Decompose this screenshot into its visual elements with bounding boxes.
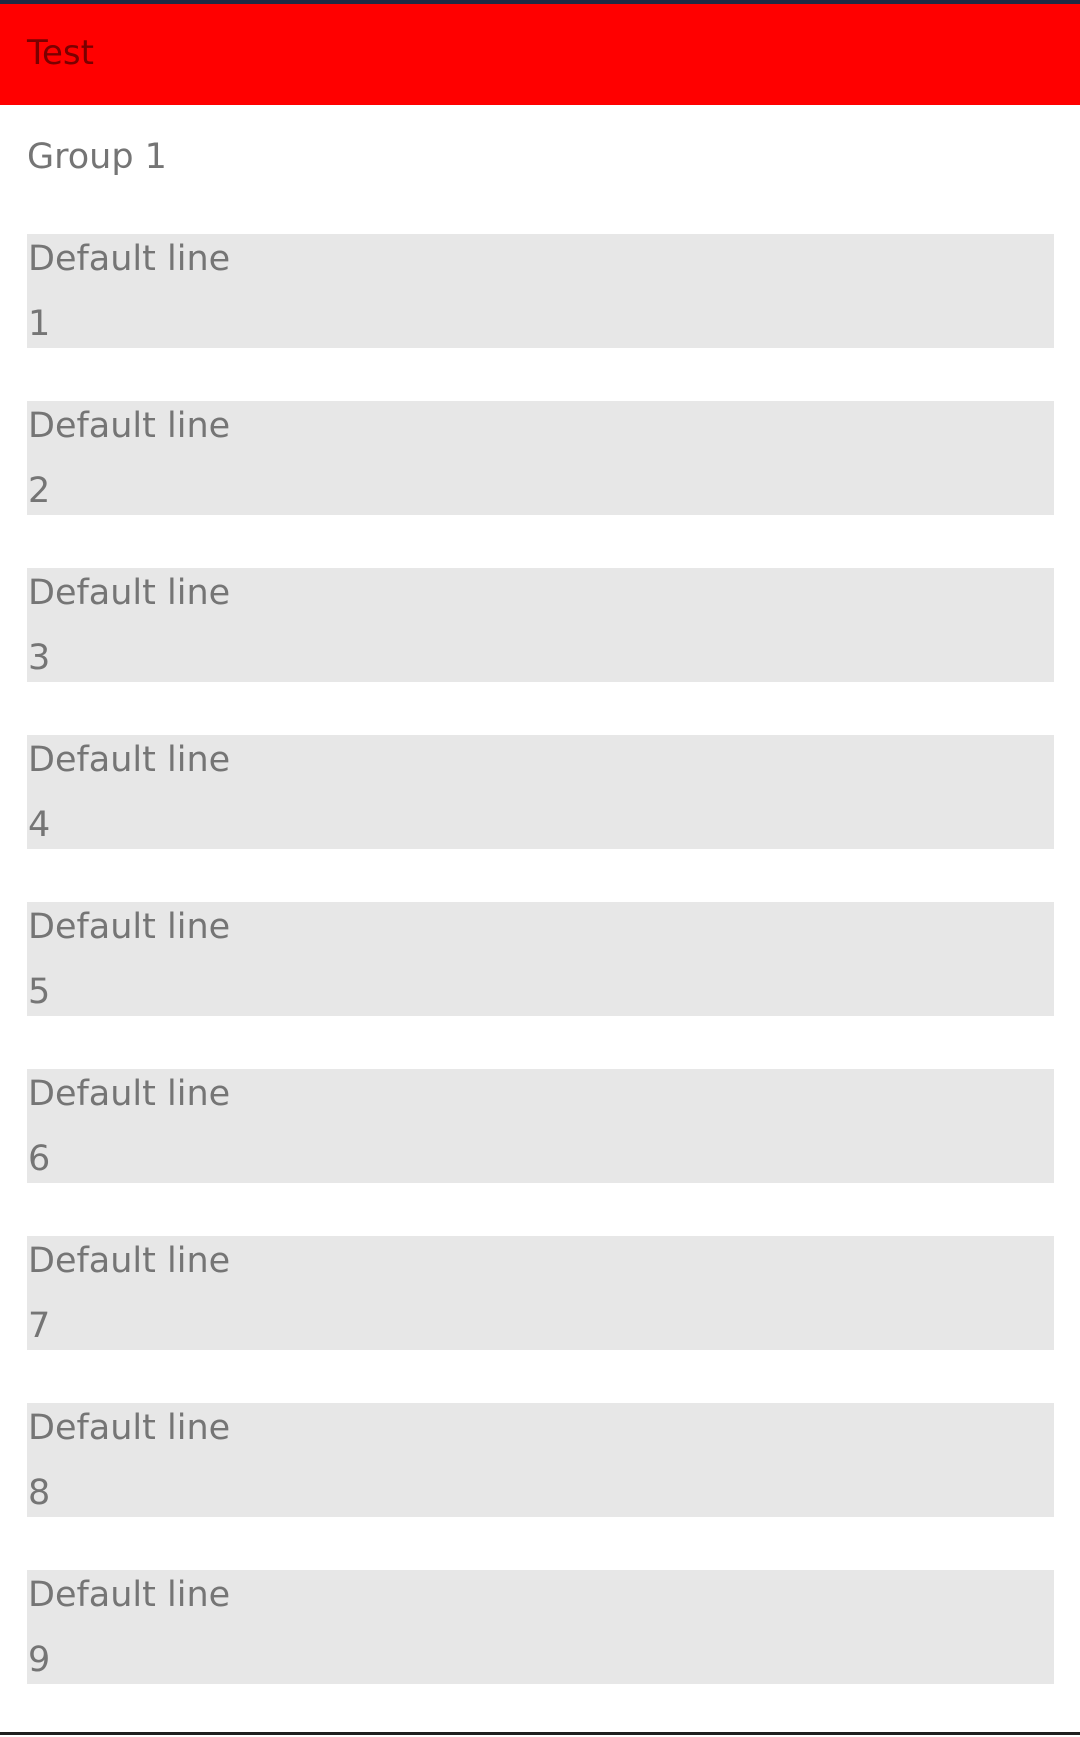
list-item-number: 4 <box>28 805 51 845</box>
list-item[interactable]: Default line 1 <box>27 234 1054 348</box>
list-item-label: Default line <box>28 1408 231 1448</box>
list-item-label: Default line <box>28 1575 231 1615</box>
list-item-number: 5 <box>28 972 51 1012</box>
list-item-number: 3 <box>28 638 51 678</box>
list-item-label: Default line <box>28 740 231 780</box>
list-item-label: Default line <box>28 1241 231 1281</box>
list-item[interactable]: Default line 2 <box>27 401 1054 515</box>
list-item-number: 7 <box>28 1306 51 1346</box>
list-item-number: 9 <box>28 1640 51 1680</box>
list-item[interactable]: Default line 6 <box>27 1069 1054 1183</box>
list-item-number: 2 <box>28 471 51 511</box>
toolbar-title: Test <box>27 33 94 73</box>
list-item-number: 8 <box>28 1473 51 1513</box>
app-toolbar: Test <box>0 4 1080 105</box>
group-header: Group 1 <box>27 137 167 177</box>
list-item-number: 6 <box>28 1139 51 1179</box>
list-item-label: Default line <box>28 239 231 279</box>
list-item[interactable]: Default line 9 <box>27 1570 1054 1684</box>
list-item[interactable]: Default line 5 <box>27 902 1054 1016</box>
list-item-number: 1 <box>28 304 51 344</box>
list-item[interactable]: Default line 8 <box>27 1403 1054 1517</box>
list-item-label: Default line <box>28 573 231 613</box>
list-item-label: Default line <box>28 406 231 446</box>
list-item-label: Default line <box>28 907 231 947</box>
list-item[interactable]: Default line 3 <box>27 568 1054 682</box>
list-item[interactable]: Default line 4 <box>27 735 1054 849</box>
list-item-label: Default line <box>28 1074 231 1114</box>
item-list: Default line 1 Default line 2 Default li… <box>27 234 1054 1737</box>
list-item[interactable]: Default line 7 <box>27 1236 1054 1350</box>
